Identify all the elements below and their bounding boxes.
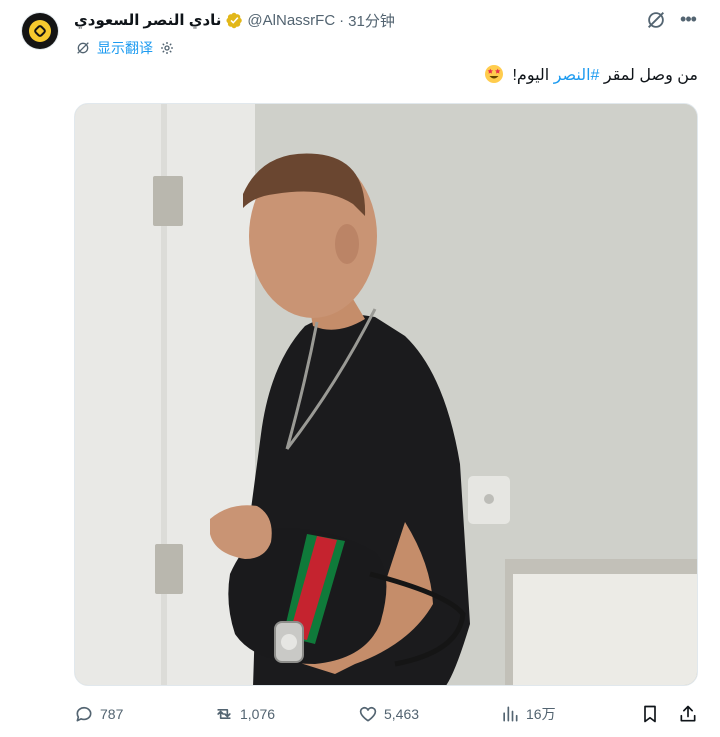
like-button[interactable]: 5,463 (358, 700, 419, 728)
club-logo (29, 20, 51, 42)
hashtag-link[interactable]: #النصر (554, 67, 600, 84)
repost-button[interactable]: 1,076 (214, 700, 275, 728)
reply-count: 787 (100, 706, 124, 722)
share-icon (680, 705, 696, 722)
views-count: 16万 (526, 706, 556, 722)
tweet-photo[interactable] (74, 103, 698, 686)
tweet-text-before: من وصل لمقر (599, 67, 698, 84)
share-button[interactable] (678, 700, 698, 728)
tweet-text: من وصل لمقر #النصر اليوم! (484, 64, 698, 88)
author-name[interactable]: نادي النصر السعودي (74, 11, 221, 29)
repost-count: 1,076 (240, 706, 276, 722)
more-options-icon[interactable]: ••• (677, 9, 699, 31)
translate-row[interactable]: 显示翻译 (75, 38, 175, 58)
tweet-text-after: اليوم! (512, 67, 554, 84)
reply-icon (76, 706, 92, 722)
tweet-actions: 787 1,076 5,463 16万 (74, 700, 698, 728)
views-button[interactable]: 16万 (500, 700, 556, 728)
timestamp[interactable]: 31分钟 (348, 10, 395, 31)
views-chart-icon (503, 706, 518, 722)
star-struck-emoji-icon (485, 65, 504, 83)
show-translation-link[interactable]: 显示翻译 (97, 38, 153, 58)
reply-button[interactable]: 787 (74, 700, 123, 728)
verified-badge-icon[interactable] (226, 12, 243, 29)
like-count: 5,463 (384, 706, 420, 722)
tweet-header: نادي النصر السعودي @AlNassrFC · 31分钟 (74, 9, 395, 31)
grok-icon[interactable] (645, 9, 667, 31)
gear-icon[interactable] (159, 40, 175, 56)
photo-illustration (75, 104, 697, 685)
bookmark-icon (644, 705, 656, 723)
repost-icon (217, 709, 231, 719)
separator-dot: · (339, 11, 345, 29)
author-handle[interactable]: @AlNassrFC (247, 12, 335, 29)
bookmark-button[interactable] (640, 700, 660, 728)
author-avatar[interactable] (22, 13, 58, 49)
heart-icon (359, 706, 377, 722)
translate-icon (77, 42, 89, 54)
